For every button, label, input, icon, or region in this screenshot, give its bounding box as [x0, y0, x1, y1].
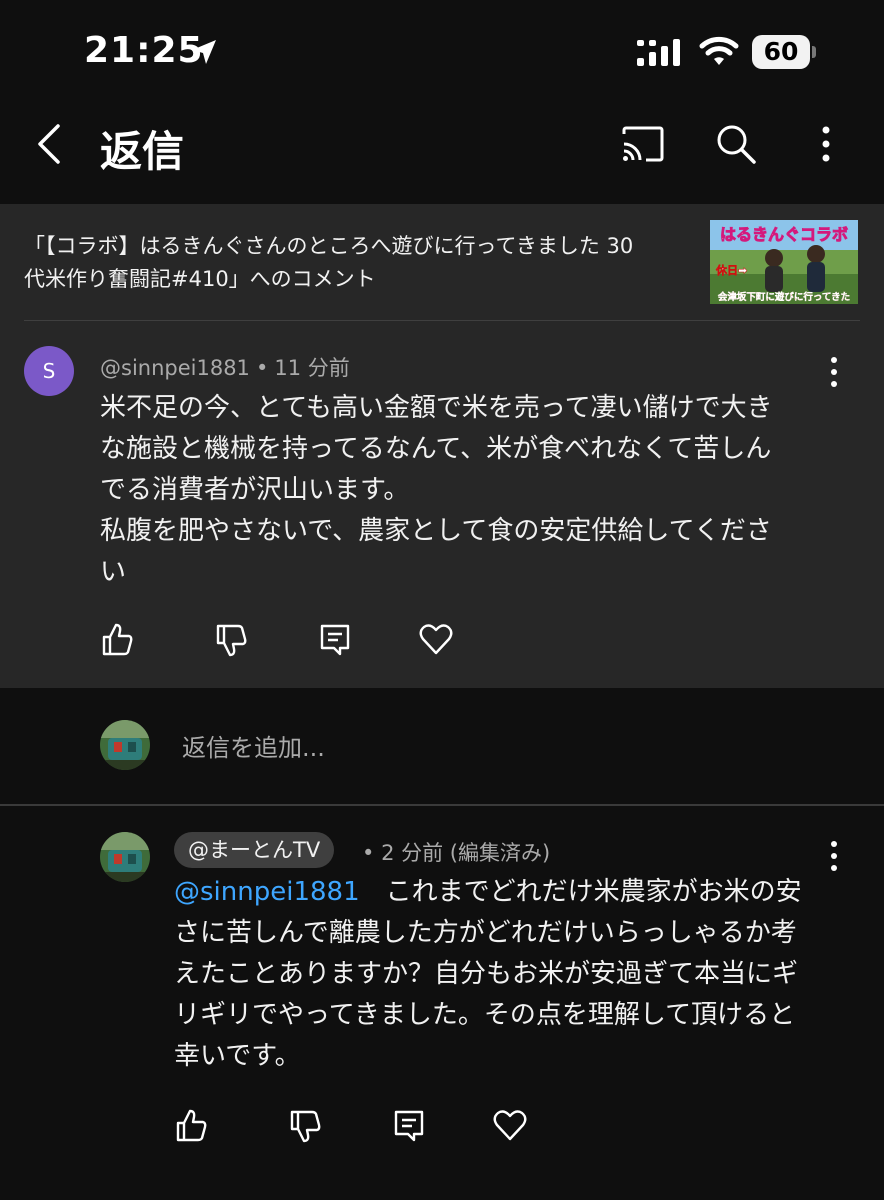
more-vert-icon[interactable] — [824, 838, 844, 874]
location-arrow-icon — [192, 40, 216, 64]
avatar — [100, 720, 150, 770]
reply-line: リギリでやってきました。その点を理解して頂けると — [174, 1000, 796, 1030]
reply-line: さに苦しんで離農した方がどれだけいらっしゃるか考 — [174, 918, 797, 948]
page-title: 返信 — [100, 127, 185, 176]
reply-line: 幸いです。 — [174, 1041, 301, 1071]
reply-author[interactable]: @まーとんTV — [174, 832, 335, 868]
app-bar: 返信 — [0, 100, 884, 204]
thumbs-up-icon[interactable] — [100, 622, 136, 658]
comment-line: 私腹を肥やさないで、農家として食の安定供給してくださ — [100, 516, 772, 546]
more-vert-icon[interactable] — [824, 354, 844, 390]
comment-line: でる消費者が沢山います。 — [100, 475, 410, 505]
reply-line: @sinnpei1881 これまでどれだけ米農家がお米の安 — [174, 872, 802, 913]
thumbnail-bottom-text: 会津坂下町に遊びに行ってきた — [718, 291, 850, 303]
video-reference-text: 「【コラボ】はるきんぐさんのところへ遊びに行ってきました 30 代米作り奮闘記#… — [24, 230, 684, 296]
reply-icon[interactable] — [318, 622, 354, 658]
heart-icon[interactable] — [492, 1108, 528, 1144]
reply-composer: 返信を追加... — [0, 688, 884, 806]
divider — [0, 804, 884, 806]
thumbnail-tag: 休日➡ — [715, 263, 747, 277]
video-reference[interactable]: 「【コラボ】はるきんぐさんのところへ遊びに行ってきました 30 代米作り奮闘記#… — [0, 204, 884, 320]
comment-line: な施設と機械を持ってるなんて、米が食べれなくて苦しん — [100, 434, 772, 464]
separator: • — [255, 356, 269, 380]
comment-author[interactable]: @sinnpei1881 — [100, 356, 250, 380]
thumbs-down-icon[interactable] — [288, 1108, 324, 1144]
divider — [24, 320, 860, 321]
signal-icon — [637, 39, 680, 66]
heart-icon[interactable] — [418, 622, 454, 658]
reply-meta: • 2 分前 (編集済み) — [362, 837, 550, 867]
more-vert-icon[interactable] — [812, 124, 840, 164]
comment-line: 米不足の今、とても高い金額で米を売って凄い儲けで大き — [100, 393, 773, 423]
back-icon[interactable] — [30, 122, 70, 166]
battery-level: 60 — [763, 37, 799, 66]
separator: • — [362, 841, 375, 865]
avatar[interactable]: S — [24, 346, 74, 396]
video-thumbnail[interactable]: はるきんぐコラボ 休日➡ 会津坂下町に遊びに行ってきた — [710, 220, 858, 304]
search-icon[interactable] — [714, 122, 758, 166]
reply-text: @sinnpei1881 これまでどれだけ米農家がお米の安 さに苦しんで離農した… — [174, 872, 802, 1077]
reply-line: えたことありますか？自分もお米が安過ぎて本当にギ — [174, 959, 799, 989]
thumbnail-title: はるきんぐコラボ — [720, 225, 848, 244]
video-reference-line: 代米作り奮闘記#410」へのコメント — [24, 267, 376, 291]
status-bar: 21:25 60 — [0, 0, 884, 100]
comment-time: 11 分前 — [274, 356, 350, 380]
comment-header: @sinnpei1881 • 11 分前 — [100, 352, 350, 382]
comment-text: 米不足の今、とても高い金額で米を売って凄い儲けで大き な施設と機械を持ってるなん… — [100, 388, 773, 593]
wifi-icon — [699, 36, 739, 65]
reply-line-rest: これまでどれだけ米農家がお米の安 — [385, 877, 802, 907]
reply-time: 2 分前 (編集済み) — [381, 841, 551, 865]
comment-line: い — [100, 557, 127, 587]
battery-icon: 60 — [752, 35, 816, 69]
thumbs-down-icon[interactable] — [214, 622, 250, 658]
parent-comment-panel: 「【コラボ】はるきんぐさんのところへ遊びに行ってきました 30 代米作り奮闘記#… — [0, 204, 884, 688]
reply-icon[interactable] — [392, 1108, 428, 1144]
thumbs-up-icon[interactable] — [174, 1108, 210, 1144]
video-reference-line: 「【コラボ】はるきんぐさんのところへ遊びに行ってきました 30 — [24, 234, 634, 258]
mention-link[interactable]: @sinnpei1881 — [174, 877, 360, 907]
avatar[interactable] — [100, 832, 150, 882]
reply-input[interactable]: 返信を追加... — [182, 728, 325, 763]
status-time: 21:25 — [84, 30, 204, 71]
cast-icon[interactable] — [620, 124, 666, 164]
